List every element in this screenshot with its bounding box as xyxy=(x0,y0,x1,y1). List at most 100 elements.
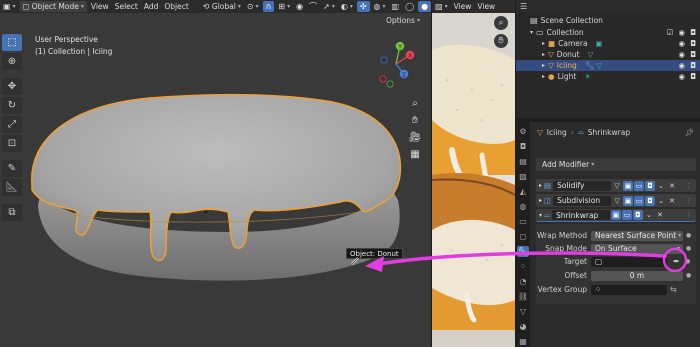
eye-icon[interactable]: ◉ xyxy=(679,61,686,70)
wrap-method-dropdown[interactable]: Nearest Surface Point ▾ xyxy=(591,230,683,241)
menu-view[interactable]: View xyxy=(88,1,112,12)
render-toggle[interactable]: ◘ xyxy=(632,210,643,220)
outliner-icon[interactable]: ☰ xyxy=(520,2,527,11)
tab-render[interactable]: ◘ xyxy=(517,141,529,153)
modifier-shrinkwrap[interactable]: ▾ ⌓ Shrinkwrap ▣ ▭ ◘ ⌄ ✕ ⋮ xyxy=(536,209,696,222)
viewport-toggle[interactable]: ▭ xyxy=(621,210,632,220)
camera-render-icon[interactable]: ◘ xyxy=(690,50,696,59)
pivot-dropdown[interactable]: ⊙ ▾ xyxy=(244,1,262,12)
xray-toggle[interactable]: ▥ xyxy=(389,1,403,12)
expand-arrow-icon[interactable]: ▸ xyxy=(542,51,545,58)
scale-tool[interactable]: ⤢ xyxy=(2,116,22,133)
outliner-row-camera[interactable]: ▸ ■ Camera ▣ ◉ ◘ xyxy=(516,38,700,49)
select-box-tool[interactable]: ⬚ xyxy=(2,34,22,51)
outliner-row-iciing[interactable]: ▸ ▽ Iciing 🔧︎ ▽ ◉ ◘ xyxy=(516,60,700,71)
render-toggle[interactable]: ◘ xyxy=(645,195,656,206)
outliner-row-light[interactable]: ▸ ● Light ☀ ◉ ◘ xyxy=(516,71,700,82)
image-pan-button[interactable]: ✋︎ xyxy=(494,34,508,48)
tab-view-layer[interactable]: ▨ xyxy=(517,171,529,183)
tab-data[interactable]: ▽ xyxy=(517,305,529,317)
viewport-3d[interactable]: ▣ ▾ ◻ Object Mode ▾ View Select Add Object… xyxy=(0,0,431,347)
tab-tool[interactable]: ⚙ xyxy=(517,126,529,138)
tab-world[interactable]: ◍ xyxy=(517,201,529,213)
shading-solid[interactable]: ● xyxy=(418,1,431,12)
camera-render-icon[interactable]: ◘ xyxy=(690,28,696,37)
dropdown-toggle[interactable]: ⌄ xyxy=(644,210,654,220)
render-toggle[interactable]: ◘ xyxy=(645,180,656,191)
eye-icon[interactable]: ◉ xyxy=(679,28,686,37)
outliner-row-collection[interactable]: ▾ ▭ Collection ☑ ◉ ◘ xyxy=(516,27,700,38)
tab-output[interactable]: ▤ xyxy=(517,156,529,168)
snap-target-dropdown[interactable]: ⊞ ▾ xyxy=(275,1,293,12)
expand-arrow-icon[interactable]: ▾ xyxy=(539,212,542,219)
viewport-visibility-button[interactable]: ◐ ▾ xyxy=(338,1,356,12)
tab-texture[interactable]: ▦ xyxy=(517,335,529,347)
rotate-tool[interactable]: ↻ xyxy=(2,97,22,114)
expand-arrow-icon[interactable]: ▸ xyxy=(539,182,542,189)
eyedropper-button[interactable]: ✒ xyxy=(670,255,683,268)
checkbox-icon[interactable]: ☑ xyxy=(667,28,674,37)
eye-icon[interactable]: ◉ xyxy=(679,72,686,81)
keyframe-dot-icon[interactable]: ● xyxy=(686,272,691,279)
image-menu-view-2[interactable]: View xyxy=(474,1,498,12)
invert-toggle[interactable]: ⇆ xyxy=(670,285,677,294)
remove-modifier-button[interactable]: ✕ xyxy=(655,210,665,220)
snap-mode-dropdown[interactable]: On Surface ▾ xyxy=(591,243,683,254)
editor-type-button[interactable]: ▣ ▾ xyxy=(0,1,19,12)
outliner-row-scene-collection[interactable]: ▤ Scene Collection xyxy=(516,15,700,26)
keyframe-dot-icon[interactable]: ● xyxy=(685,258,690,265)
snap-toggle[interactable]: ∩ xyxy=(262,1,275,12)
tab-constraints[interactable]: ⛓︎ xyxy=(517,290,529,302)
image-editor[interactable]: ▨ ▾ View View ⌕ ✋︎ xyxy=(432,0,515,347)
overlays-dropdown[interactable]: ◍ ▾ xyxy=(371,1,389,12)
gizmo-toggle[interactable]: ✣ xyxy=(356,1,370,12)
cage-icon[interactable]: ▽ xyxy=(612,181,622,191)
navigation-gizmo[interactable]: X Y Z xyxy=(370,34,420,94)
pan-button[interactable]: ✋︎ xyxy=(408,113,422,127)
options-dropdown[interactable]: Options ▾ xyxy=(381,15,425,26)
pin-icon[interactable]: 📌︎ xyxy=(684,128,694,137)
drag-handle-icon[interactable]: ⋮ xyxy=(684,210,694,220)
menu-add[interactable]: Add xyxy=(141,1,162,12)
add-modifier-button[interactable]: Add Modifier ▾ xyxy=(536,158,696,171)
outliner-row-donut[interactable]: ▸ ▽ Donut ▽ ◉ ◘ xyxy=(516,49,700,60)
eye-icon[interactable]: ◉ xyxy=(679,39,686,48)
dropdown-toggle[interactable]: ⌄ xyxy=(656,196,666,206)
viewport-toggle[interactable]: ▭ xyxy=(634,180,645,191)
edit-mode-toggle[interactable]: ▣ xyxy=(623,195,634,206)
menu-select[interactable]: Select xyxy=(112,1,141,12)
shading-wireframe[interactable]: ◯ xyxy=(402,1,417,12)
viewport-toggle[interactable]: ▭ xyxy=(634,195,645,206)
image-editor-type-button[interactable]: ▨ ▾ xyxy=(432,1,451,12)
tab-object[interactable]: ◻ xyxy=(517,231,529,243)
tab-particles[interactable]: ⁘ xyxy=(517,260,529,272)
measure-tool[interactable]: 📐︎ xyxy=(2,179,22,196)
camera-render-icon[interactable]: ◘ xyxy=(690,61,696,70)
remove-modifier-button[interactable]: ✕ xyxy=(667,181,677,191)
dropdown-toggle[interactable]: ⌄ xyxy=(656,181,666,191)
tab-physics[interactable]: ◔ xyxy=(517,275,529,287)
tab-collection[interactable]: ▭ xyxy=(517,216,529,228)
drag-handle-icon[interactable]: ⋮ xyxy=(684,196,694,206)
expand-arrow-icon[interactable]: ▾ xyxy=(530,29,533,36)
mode-dropdown[interactable]: ◻ Object Mode ▾ xyxy=(19,1,87,12)
offset-field[interactable]: 0 m xyxy=(591,270,683,281)
add-cube-tool[interactable]: ⧉ xyxy=(2,204,22,221)
modifier-name-field[interactable]: Solidify xyxy=(553,180,612,191)
transform-tool[interactable]: ⊡ xyxy=(2,135,22,152)
target-field[interactable]: ▢ xyxy=(591,256,667,267)
drag-handle-icon[interactable]: ⋮ xyxy=(684,181,694,191)
camera-render-icon[interactable]: ◘ xyxy=(690,39,696,48)
camera-render-icon[interactable]: ◘ xyxy=(690,72,696,81)
modifier-name-field[interactable]: Shrinkwrap xyxy=(551,210,610,220)
eye-icon[interactable]: ◉ xyxy=(679,50,686,59)
camera-view-button[interactable]: 🎥︎ xyxy=(408,130,422,144)
visibility-dropdown[interactable]: ➚ ▾ xyxy=(320,1,338,12)
tab-material[interactable]: ◕ xyxy=(517,320,529,332)
zoom-button[interactable]: ⌕ xyxy=(408,96,422,110)
edit-mode-toggle[interactable]: ▣ xyxy=(623,180,634,191)
image-menu-view[interactable]: View xyxy=(451,1,475,12)
expand-arrow-icon[interactable]: ▸ xyxy=(542,73,545,80)
remove-modifier-button[interactable]: ✕ xyxy=(667,196,677,206)
keyframe-dot-icon[interactable]: ● xyxy=(686,245,691,252)
